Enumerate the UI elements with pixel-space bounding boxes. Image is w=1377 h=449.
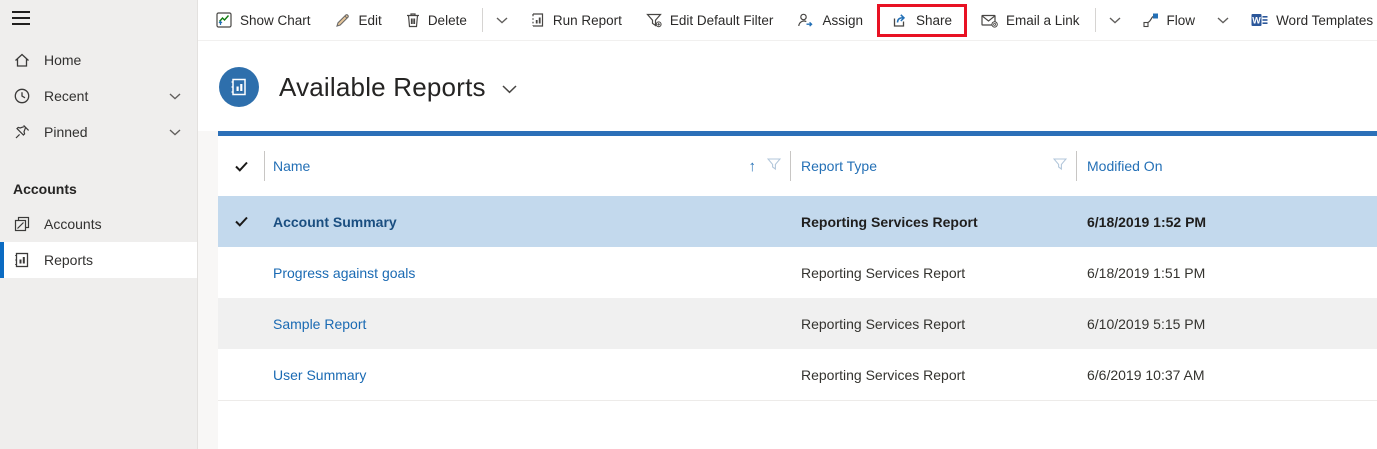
flow-button[interactable]: Flow: [1131, 1, 1208, 39]
filter-funnel-icon[interactable]: [1052, 158, 1068, 174]
sidebar-item-reports[interactable]: Reports: [0, 242, 197, 278]
app-window: Home Recent Pinned Accounts Accounts Rep…: [0, 0, 1377, 449]
report-type-cell: Reporting Services Report: [801, 213, 978, 230]
button-label: Assign: [822, 12, 863, 28]
toolbar-divider: [481, 8, 483, 32]
report-name-link[interactable]: Progress against goals: [273, 265, 415, 281]
sort-ascending-icon: ↑: [748, 157, 757, 175]
table-row[interactable]: Progress against goals Reporting Service…: [218, 247, 1377, 298]
sidebar-item-label: Recent: [44, 88, 89, 104]
sidebar-item-label: Reports: [44, 252, 94, 268]
button-label: Edit: [358, 12, 382, 28]
chevron-down-icon[interactable]: [169, 128, 181, 136]
table-row[interactable]: User Summary Reporting Services Report 6…: [218, 349, 1377, 400]
toolbar-overflow-chevron[interactable]: [486, 1, 518, 39]
button-label: Share: [915, 12, 952, 28]
column-label: Report Type: [801, 158, 878, 174]
toolbar-overflow-chevron[interactable]: [1099, 1, 1131, 39]
show-chart-button[interactable]: Show Chart: [204, 1, 323, 39]
button-label: Word Templates: [1276, 12, 1374, 28]
command-bar: Show Chart Edit Delete Run Report Edit D…: [198, 0, 1377, 41]
button-label: Email a Link: [1006, 12, 1080, 28]
delete-button[interactable]: Delete: [394, 1, 479, 39]
run-report-icon: [530, 12, 545, 28]
sidebar-item-pinned[interactable]: Pinned: [0, 114, 197, 150]
button-label: Show Chart: [240, 12, 311, 28]
share-highlight-box: Share: [876, 3, 967, 37]
column-header-modified-on[interactable]: Modified On: [1076, 136, 1377, 196]
grid-rows: Account Summary Reporting Services Repor…: [218, 196, 1377, 401]
column-header-name[interactable]: Name ↑: [264, 136, 790, 196]
home-icon: [13, 51, 31, 69]
button-label: Delete: [427, 12, 467, 28]
report-name-link[interactable]: User Summary: [273, 367, 366, 383]
button-label: Flow: [1166, 12, 1196, 28]
sidebar-item-label: Accounts: [44, 216, 102, 232]
email-a-link-button[interactable]: Email a Link: [969, 1, 1092, 39]
sidebar-item-recent[interactable]: Recent: [0, 78, 197, 114]
grid-header-row: Name ↑ Report Type Modified On: [218, 136, 1377, 196]
report-type-cell: Reporting Services Report: [801, 366, 966, 383]
flow-icon: [1142, 12, 1159, 28]
word-icon: W: [1251, 12, 1268, 28]
toolbar-divider: [1094, 8, 1096, 32]
column-header-report-type[interactable]: Report Type: [790, 136, 1076, 196]
filter-funnel-icon[interactable]: [766, 158, 782, 174]
hamburger-icon[interactable]: [0, 0, 36, 36]
accounts-icon: [13, 215, 31, 233]
report-name-link[interactable]: Account Summary: [273, 214, 397, 230]
run-report-button[interactable]: Run Report: [518, 1, 634, 39]
flow-chevron[interactable]: [1207, 1, 1239, 39]
filter-settings-icon: [646, 12, 662, 28]
word-templates-button[interactable]: W Word Templates: [1239, 1, 1377, 39]
edit-default-filter-button[interactable]: Edit Default Filter: [634, 1, 786, 39]
sidebar-item-label: Pinned: [44, 124, 88, 140]
button-label: Edit Default Filter: [669, 12, 774, 28]
share-icon: [892, 12, 908, 28]
svg-text:W: W: [1252, 15, 1261, 25]
sidebar-group-header: Accounts: [13, 181, 77, 197]
sidebar-item-home[interactable]: Home: [0, 42, 197, 78]
assign-person-icon: [797, 12, 814, 28]
modified-on-cell: 6/6/2019 10:37 AM: [1087, 366, 1205, 383]
edit-button[interactable]: Edit: [323, 1, 394, 39]
reports-icon: [13, 251, 31, 269]
report-name-link[interactable]: Sample Report: [273, 316, 366, 332]
select-all-checkbox[interactable]: [218, 161, 264, 172]
modified-on-cell: 6/10/2019 5:15 PM: [1087, 315, 1206, 332]
email-icon: [981, 12, 998, 28]
clock-icon: [13, 87, 31, 105]
page-header: Available Reports: [198, 41, 1377, 131]
chevron-down-icon[interactable]: [169, 92, 181, 100]
reports-grid: Name ↑ Report Type Modified On Account S…: [218, 131, 1377, 401]
assign-button[interactable]: Assign: [785, 1, 875, 39]
table-row[interactable]: Account Summary Reporting Services Repor…: [218, 196, 1377, 247]
share-button[interactable]: Share: [880, 7, 964, 34]
report-type-cell: Reporting Services Report: [801, 264, 966, 281]
pin-icon: [13, 123, 31, 141]
content-gutter: [198, 131, 218, 449]
column-label: Name: [273, 158, 311, 174]
modified-on-cell: 6/18/2019 1:51 PM: [1087, 264, 1206, 281]
report-entity-icon: [219, 67, 259, 107]
button-label: Run Report: [552, 12, 622, 28]
page-title: Available Reports: [279, 71, 486, 102]
sidebar-item-accounts[interactable]: Accounts: [0, 206, 197, 242]
sidebar: Home Recent Pinned Accounts Accounts Rep…: [0, 0, 198, 449]
table-row[interactable]: Sample Report Reporting Services Report …: [218, 298, 1377, 349]
report-type-cell: Reporting Services Report: [801, 315, 966, 332]
view-selector-chevron[interactable]: [502, 80, 517, 94]
show-chart-icon: [216, 12, 232, 28]
modified-on-cell: 6/18/2019 1:52 PM: [1087, 213, 1207, 230]
main-area: Show Chart Edit Delete Run Report Edit D…: [198, 0, 1377, 449]
row-checkbox[interactable]: [218, 216, 264, 227]
column-label: Modified On: [1087, 158, 1163, 174]
sidebar-item-label: Home: [44, 52, 82, 68]
pencil-icon: [335, 12, 351, 28]
trash-icon: [406, 12, 420, 28]
